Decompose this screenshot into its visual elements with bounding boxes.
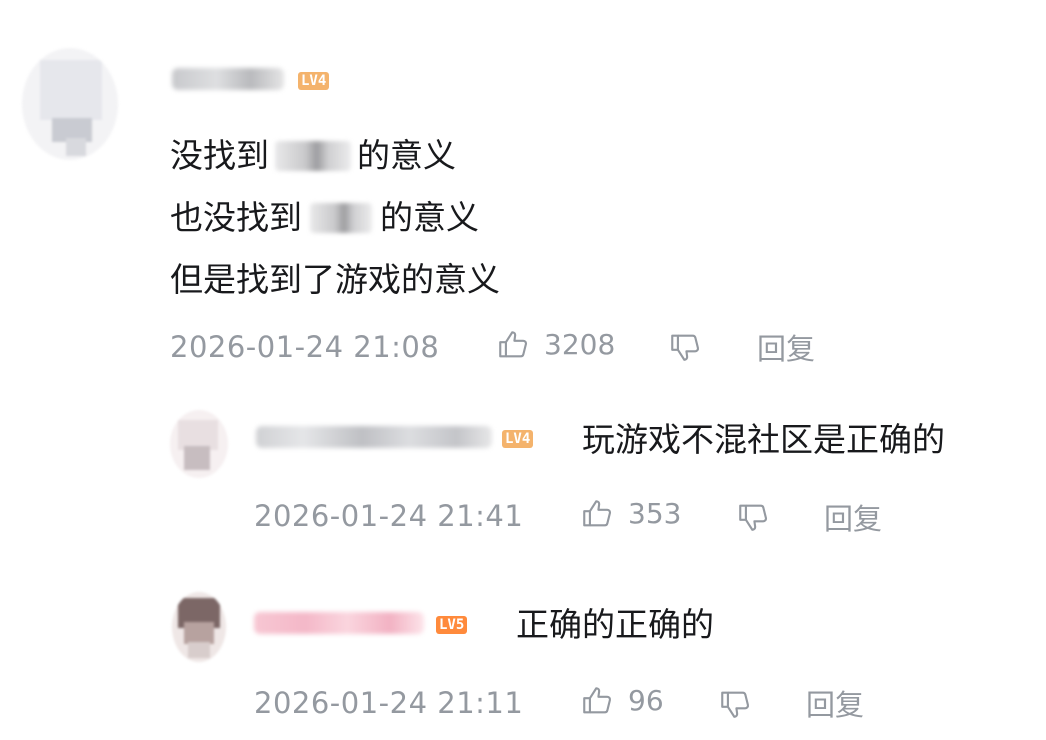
- comment-text-line: 但是找到了游戏的意义: [170, 260, 500, 299]
- comment-timestamp: 2026-01-24 21:41: [254, 499, 524, 533]
- censored-word: [275, 141, 351, 171]
- like-button[interactable]: 353: [580, 497, 681, 531]
- comment-timestamp: 2026-01-24 21:11: [254, 686, 524, 720]
- avatar[interactable]: [170, 410, 228, 478]
- dislike-button[interactable]: [736, 500, 770, 534]
- username-blurred[interactable]: [254, 612, 424, 634]
- reply-text: 玩游戏不混社区是正确的: [582, 420, 945, 459]
- thumbs-down-icon: [718, 687, 752, 721]
- level-badge: LV4: [298, 72, 330, 90]
- censored-word: [310, 203, 372, 233]
- thumbs-up-icon: [496, 328, 530, 362]
- comment-text-line: 也没找到 的意义: [170, 198, 479, 237]
- comment-text-line: 没找到 的意义: [170, 136, 456, 175]
- like-button[interactable]: 96: [580, 684, 664, 718]
- comment-timestamp: 2026-01-24 21:08: [170, 330, 440, 364]
- username-blurred[interactable]: [256, 426, 492, 448]
- thumbs-down-icon: [736, 500, 770, 534]
- username-blurred[interactable]: [172, 68, 284, 90]
- reply-text: 正确的正确的: [516, 605, 714, 644]
- like-count: 96: [628, 684, 664, 717]
- like-button[interactable]: 3208: [496, 328, 615, 362]
- like-count: 3208: [544, 328, 616, 361]
- reply-button[interactable]: 回复: [806, 687, 864, 723]
- level-badge: LV5: [436, 616, 468, 634]
- like-count: 353: [628, 497, 682, 530]
- avatar[interactable]: [22, 48, 118, 160]
- thumbs-up-icon: [580, 497, 614, 531]
- dislike-button[interactable]: [668, 330, 702, 364]
- thumbs-down-icon: [668, 330, 702, 364]
- avatar[interactable]: [172, 592, 226, 662]
- level-badge: LV4: [502, 430, 534, 448]
- thumbs-up-icon: [580, 684, 614, 718]
- reply-button[interactable]: 回复: [824, 501, 882, 537]
- reply-button[interactable]: 回复: [757, 331, 815, 367]
- dislike-button[interactable]: [718, 687, 752, 721]
